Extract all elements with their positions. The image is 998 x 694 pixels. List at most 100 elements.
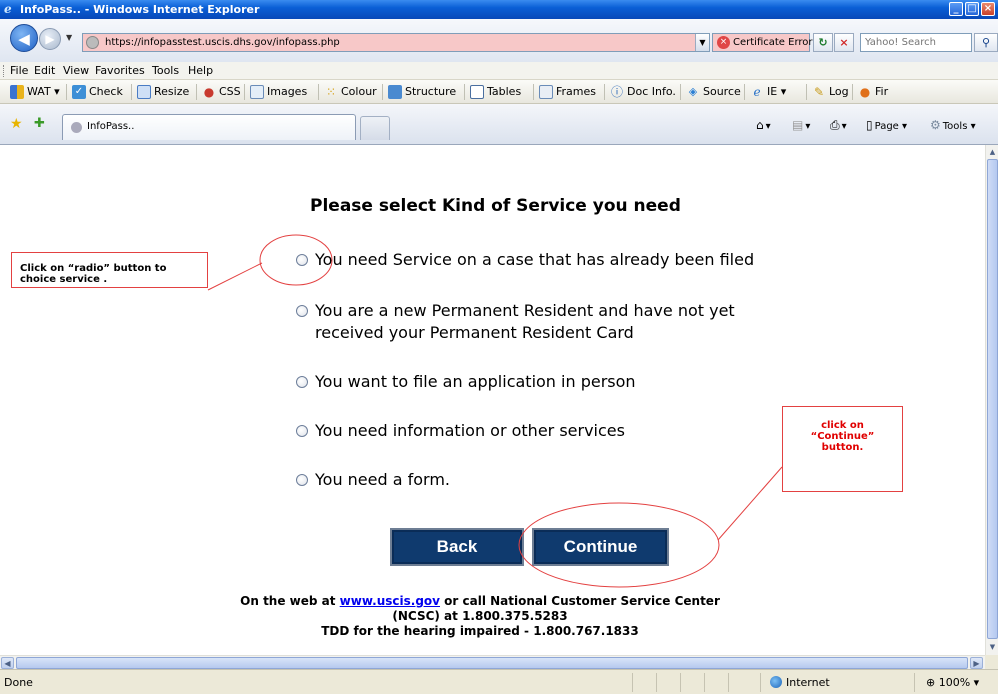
firefox-button[interactable]: ● Fir xyxy=(858,83,888,101)
resize-button[interactable]: Resize xyxy=(137,83,189,101)
menu-favorites[interactable]: Favorites xyxy=(95,64,145,77)
menu-file[interactable]: File xyxy=(10,64,28,77)
option-label: You need a form. xyxy=(315,470,451,489)
continue-button[interactable]: Continue xyxy=(532,528,669,566)
continue-callout: click on “Continue” button. xyxy=(782,406,903,492)
home-button[interactable]: ⌂ ▾ xyxy=(756,118,771,132)
option-label: You need information or other services xyxy=(315,421,625,440)
address-dropdown-icon[interactable]: ▼ xyxy=(695,34,709,51)
menu-tools[interactable]: Tools xyxy=(152,64,179,77)
feeds-button[interactable]: ▤ ▾ xyxy=(792,118,810,132)
radio-information[interactable] xyxy=(296,425,308,437)
menu-view[interactable]: View xyxy=(63,64,89,77)
annotation-overlay xyxy=(207,234,783,588)
tab-infopass[interactable]: InfoPass.. xyxy=(62,114,356,140)
radio-new-resident[interactable] xyxy=(296,305,308,317)
status-bar: Done Internet ⊕ 100% ▾ xyxy=(0,669,998,694)
page-content: Please select Kind of Service you need Y… xyxy=(0,145,985,655)
ie-menu-button[interactable]: e IE ▾ xyxy=(750,83,786,101)
browser-window: e InfoPass.. - Windows Internet Explorer… xyxy=(0,0,998,694)
info-icon: ⓘ xyxy=(610,85,623,99)
scroll-right-icon[interactable]: ▶ xyxy=(970,657,983,669)
maximize-button[interactable]: □ xyxy=(965,2,979,16)
tools-menu-button[interactable]: ⚙ Tools ▾ xyxy=(930,118,976,132)
radio-form[interactable] xyxy=(296,474,308,486)
search-box[interactable] xyxy=(860,33,972,52)
recent-pages-dropdown-icon[interactable]: ▼ xyxy=(66,33,72,42)
radio-callout-leader xyxy=(207,262,263,291)
scroll-up-icon[interactable]: ▲ xyxy=(987,146,998,158)
frames-button[interactable]: Frames xyxy=(539,83,596,101)
forward-nav-button[interactable]: ▶ xyxy=(39,28,61,50)
wat-menu-button[interactable]: WAT ▾ xyxy=(10,83,60,101)
vertical-scrollbar[interactable]: ▲ ▼ xyxy=(985,145,998,655)
uscis-link[interactable]: www.uscis.gov xyxy=(340,594,440,608)
title-bar: e InfoPass.. - Windows Internet Explorer… xyxy=(0,0,998,19)
wat-icon xyxy=(10,85,24,99)
add-favorites-icon[interactable]: ✚ xyxy=(34,116,45,131)
minimize-button[interactable]: _ xyxy=(949,2,963,16)
zoom-level[interactable]: ⊕ 100% ▾ xyxy=(926,676,979,689)
error-x-icon: × xyxy=(717,36,730,49)
close-button[interactable]: × xyxy=(981,2,995,16)
horizontal-scroll-thumb[interactable] xyxy=(16,657,968,669)
scroll-left-icon[interactable]: ◀ xyxy=(1,657,14,669)
footer-line-2: (NCSC) at 1.800.375.5283 xyxy=(392,609,568,623)
page-heading: Please select Kind of Service you need xyxy=(310,196,681,216)
scroll-corner xyxy=(985,655,998,669)
toolbar-grip xyxy=(3,65,6,77)
css-icon: ● xyxy=(203,85,215,99)
firefox-icon: ● xyxy=(859,85,871,99)
window-title: InfoPass.. - Windows Internet Explorer xyxy=(20,3,260,16)
menu-help[interactable]: Help xyxy=(188,64,213,77)
frames-icon xyxy=(539,85,553,99)
certificate-error-label: Certificate Error xyxy=(733,37,813,48)
ie-icon: e xyxy=(753,85,761,99)
tab-bar: ★ ✚ InfoPass.. ⌂ ▾ ▤ ▾ ⎙ ▾ ▯ Page ▾ ⚙ Tools ▾ xyxy=(0,104,998,145)
print-button[interactable]: ⎙ ▾ xyxy=(830,118,847,133)
tables-button[interactable]: Tables xyxy=(470,83,521,101)
feeds-icon: ▤ xyxy=(792,118,804,132)
stop-button[interactable]: × xyxy=(834,33,854,52)
magnifier-icon: ⚲ xyxy=(981,36,991,49)
footer-line-3: TDD for the hearing impaired - 1.800.767… xyxy=(321,624,639,638)
source-icon: ◈ xyxy=(688,85,698,98)
address-url[interactable]: https://infopasstest.uscis.dhs.gov/infop… xyxy=(105,37,340,48)
tables-icon xyxy=(470,85,484,99)
radio-case-filed[interactable] xyxy=(296,254,308,266)
horizontal-scrollbar[interactable]: ◀ ▶ xyxy=(0,655,985,669)
security-zone[interactable]: Internet xyxy=(770,676,830,689)
scroll-down-icon[interactable]: ▼ xyxy=(987,641,998,653)
source-button[interactable]: ◈ Source xyxy=(686,83,741,101)
new-tab-button[interactable] xyxy=(360,116,390,140)
radio-file-application[interactable] xyxy=(296,376,308,388)
page-icon: ▯ xyxy=(866,118,873,132)
search-input[interactable] xyxy=(861,34,971,51)
status-text: Done xyxy=(4,676,33,689)
back-nav-button[interactable]: ◀ xyxy=(10,24,38,52)
tab-page-icon xyxy=(71,122,82,133)
vertical-scroll-thumb[interactable] xyxy=(987,159,998,639)
option-label: You are a new Permanent Resident and hav… xyxy=(315,301,735,320)
globe-icon xyxy=(770,676,782,688)
ie-logo-icon: e xyxy=(4,2,12,16)
doc-info-button[interactable]: ⓘ Doc Info. xyxy=(610,83,676,101)
check-button[interactable]: ✓ Check xyxy=(72,83,123,101)
address-bar[interactable]: https://infopasstest.uscis.dhs.gov/infop… xyxy=(82,33,710,52)
colour-button[interactable]: ⁙ Colour xyxy=(324,83,377,101)
magnifier-icon: ⊕ xyxy=(926,676,936,689)
refresh-button[interactable]: ↻ xyxy=(813,33,833,52)
page-menu-button[interactable]: ▯ Page ▾ xyxy=(866,118,907,132)
css-button[interactable]: ● CSS xyxy=(202,83,241,101)
structure-button[interactable]: Structure xyxy=(388,83,456,101)
menu-bar: File Edit View Favorites Tools Help xyxy=(0,62,998,80)
wat-toolbar: WAT ▾ ✓ Check Resize ● CSS Images ⁙ Colour … xyxy=(0,80,998,104)
menu-edit[interactable]: Edit xyxy=(34,64,55,77)
option-label: received your Permanent Resident Card xyxy=(315,323,634,342)
favorites-star-icon[interactable]: ★ xyxy=(10,116,23,132)
images-button[interactable]: Images xyxy=(250,83,307,101)
certificate-error-button[interactable]: × Certificate Error xyxy=(712,33,813,52)
back-button[interactable]: Back xyxy=(390,528,524,566)
search-button[interactable]: ⚲ xyxy=(974,33,998,52)
log-button[interactable]: ✎ Log xyxy=(812,83,849,101)
